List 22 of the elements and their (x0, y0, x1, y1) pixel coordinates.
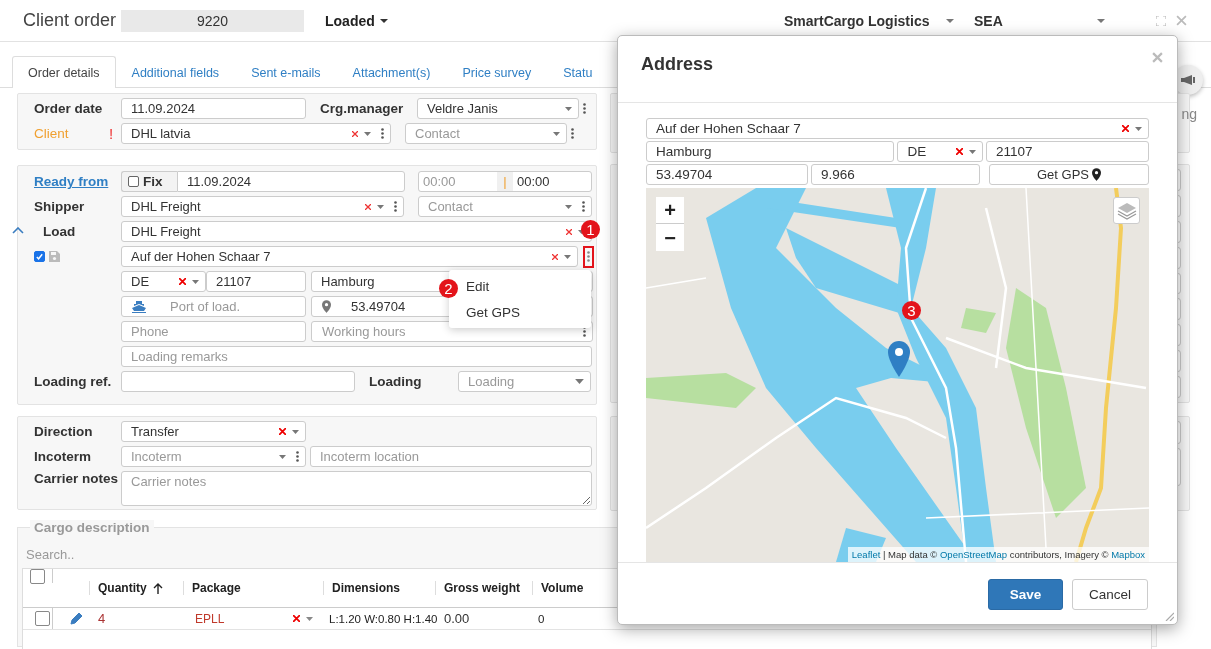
field-label: Loading (369, 374, 423, 389)
required-mark: ! (109, 125, 115, 142)
table-cell-text: L:1.20 W:0.80 H:1.40 (328, 612, 435, 625)
table-cell-text: 0 (537, 612, 546, 625)
table-cell-text: 4 (97, 611, 107, 626)
section-title: Cargo description (30, 520, 154, 535)
table-cell-text: 0.00 (443, 611, 471, 626)
field-label: ng (1181, 106, 1197, 122)
order-number: 9220 (121, 9, 304, 32)
time-separator: | (497, 172, 513, 191)
page-title: Client order (23, 10, 118, 31)
field-label: Load (42, 224, 77, 239)
field-label: Incoterm (34, 449, 92, 464)
dialog-title: Address (641, 53, 714, 75)
field-label: Crg.manager (320, 101, 405, 116)
field-label: Client (34, 126, 70, 141)
field-label: Carrier notes (34, 471, 120, 486)
field-label: Direction (34, 424, 94, 439)
field-label: Loading ref. (34, 374, 113, 389)
attribution-text: Leaflet | Map data © OpenStreetMap contributors, Imagery © Mapbox (847, 547, 1149, 562)
field-label: Order date (34, 101, 104, 116)
field-label: Shipper (34, 199, 86, 214)
